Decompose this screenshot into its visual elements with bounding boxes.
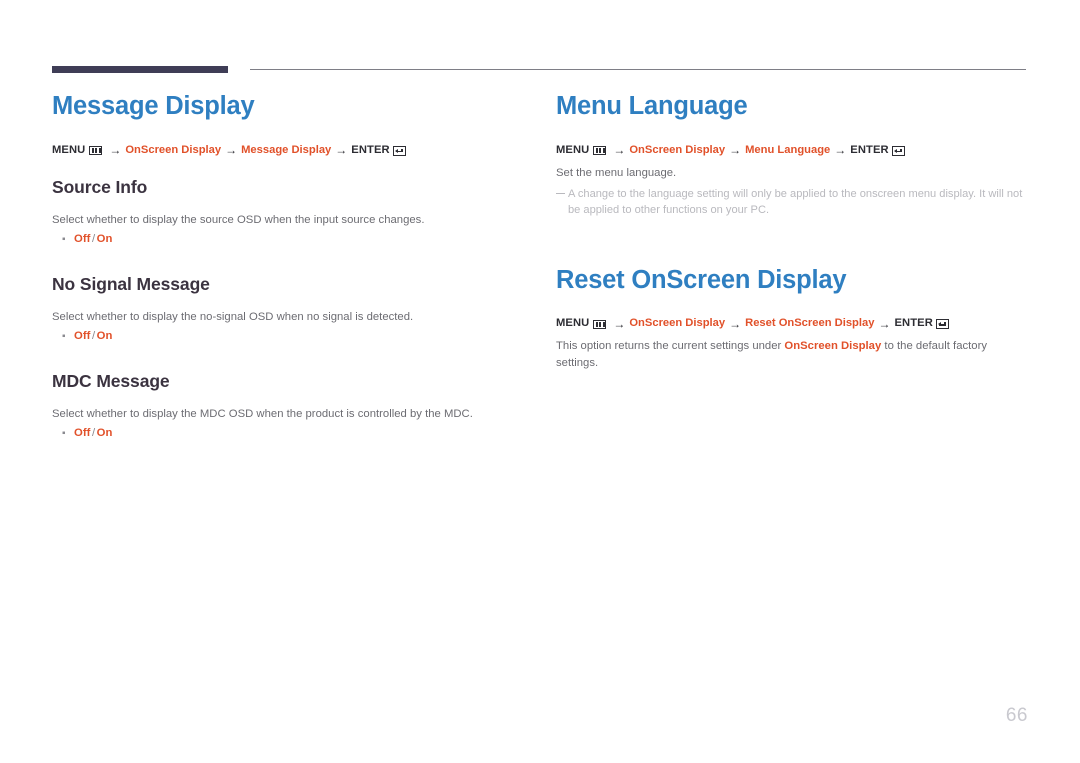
option-off: Off	[74, 233, 91, 246]
header-rule	[52, 66, 1026, 73]
breadcrumb-enter-label: ENTER	[894, 317, 933, 330]
note-menu-language: A change to the language setting will on…	[556, 187, 1030, 219]
option-on: On	[96, 330, 113, 343]
header-rule-thin-line	[250, 69, 1026, 70]
breadcrumb-crumb-onscreen-display: OnScreen Display	[629, 317, 726, 330]
bullet-icon: ▪	[62, 331, 66, 343]
page-title-menu-language: Menu Language	[556, 92, 748, 120]
left-column: Message Display MENU → OnScreen Display …	[52, 92, 522, 442]
option-on: On	[96, 233, 113, 246]
manual-page: Message Display MENU → OnScreen Display …	[0, 0, 1080, 763]
option-row-no-signal-message: ▪ Off / On	[52, 329, 522, 345]
breadcrumb-menu-language: MENU → OnScreen Display → Menu Language …	[556, 143, 1030, 157]
arrow-icon: →	[729, 143, 742, 158]
breadcrumb-enter-label: ENTER	[351, 143, 390, 156]
bullet-icon: ▪	[62, 234, 66, 246]
option-values-mdc-message: Off / On	[74, 426, 112, 442]
breadcrumb-crumb-message-display: Message Display	[241, 143, 332, 156]
arrow-icon: →	[729, 316, 742, 331]
menu-icon	[89, 146, 103, 155]
breadcrumb-crumb-onscreen-display: OnScreen Display	[629, 143, 726, 156]
subsection-body-source-info: Select whether to display the source OSD…	[52, 213, 425, 226]
arrow-icon: →	[335, 143, 348, 158]
option-row-mdc-message: ▪ Off / On	[52, 426, 522, 442]
breadcrumb-enter-label: ENTER	[850, 143, 889, 156]
enter-icon	[392, 145, 406, 156]
breadcrumb-reset-onscreen-display: MENU → OnScreen Display → Reset OnScreen…	[556, 317, 1030, 331]
body-text-before: This option returns the current settings…	[556, 340, 785, 353]
breadcrumb-crumb-menu-language: Menu Language	[745, 143, 831, 156]
breadcrumb-menu-label: MENU	[556, 317, 590, 330]
breadcrumb-message-display: MENU → OnScreen Display → Message Displa…	[52, 143, 522, 157]
enter-icon	[891, 145, 905, 156]
option-on: On	[96, 427, 113, 440]
arrow-icon: →	[109, 143, 122, 158]
arrow-icon: →	[834, 143, 847, 158]
subsection-title-source-info: Source Info	[52, 176, 148, 197]
menu-icon	[593, 146, 607, 155]
breadcrumb-crumb-reset-onscreen-display: Reset OnScreen Display	[745, 317, 875, 330]
breadcrumb-crumb-onscreen-display: OnScreen Display	[125, 143, 222, 156]
page-number: 66	[1005, 705, 1028, 726]
arrow-icon: →	[878, 316, 891, 331]
note-text: A change to the language setting will on…	[568, 188, 1023, 216]
header-rule-thick-bar	[52, 66, 228, 73]
option-values-no-signal-message: Off / On	[74, 329, 112, 345]
menu-icon	[593, 319, 607, 329]
subsection-title-mdc-message: MDC Message	[52, 371, 170, 392]
option-off: Off	[74, 330, 91, 343]
note-dash-icon	[556, 187, 568, 195]
subsection-body-no-signal-message: Select whether to display the no-signal …	[52, 310, 414, 323]
breadcrumb-menu-label: MENU	[52, 143, 86, 156]
body-text-accent: OnScreen Display	[784, 340, 882, 353]
arrow-icon: →	[225, 143, 238, 158]
breadcrumb-menu-label: MENU	[556, 143, 590, 156]
bullet-icon: ▪	[62, 428, 66, 440]
page-title-message-display: Message Display	[52, 92, 255, 120]
page-title-reset-onscreen-display: Reset OnScreen Display	[556, 265, 847, 294]
option-row-source-info: ▪ Off / On	[52, 232, 522, 248]
enter-icon	[935, 319, 949, 330]
subsection-body-mdc-message: Select whether to display the MDC OSD wh…	[52, 408, 473, 421]
right-column: Menu Language MENU → OnScreen Display → …	[556, 92, 1030, 371]
body-reset-onscreen-display: This option returns the current settings…	[556, 338, 1030, 371]
arrow-icon: →	[613, 143, 626, 158]
subsection-title-no-signal-message: No Signal Message	[52, 273, 210, 294]
option-off: Off	[74, 427, 91, 440]
option-values-source-info: Off / On	[74, 232, 112, 248]
body-menu-language: Set the menu language.	[556, 166, 677, 179]
arrow-icon: →	[613, 316, 626, 331]
